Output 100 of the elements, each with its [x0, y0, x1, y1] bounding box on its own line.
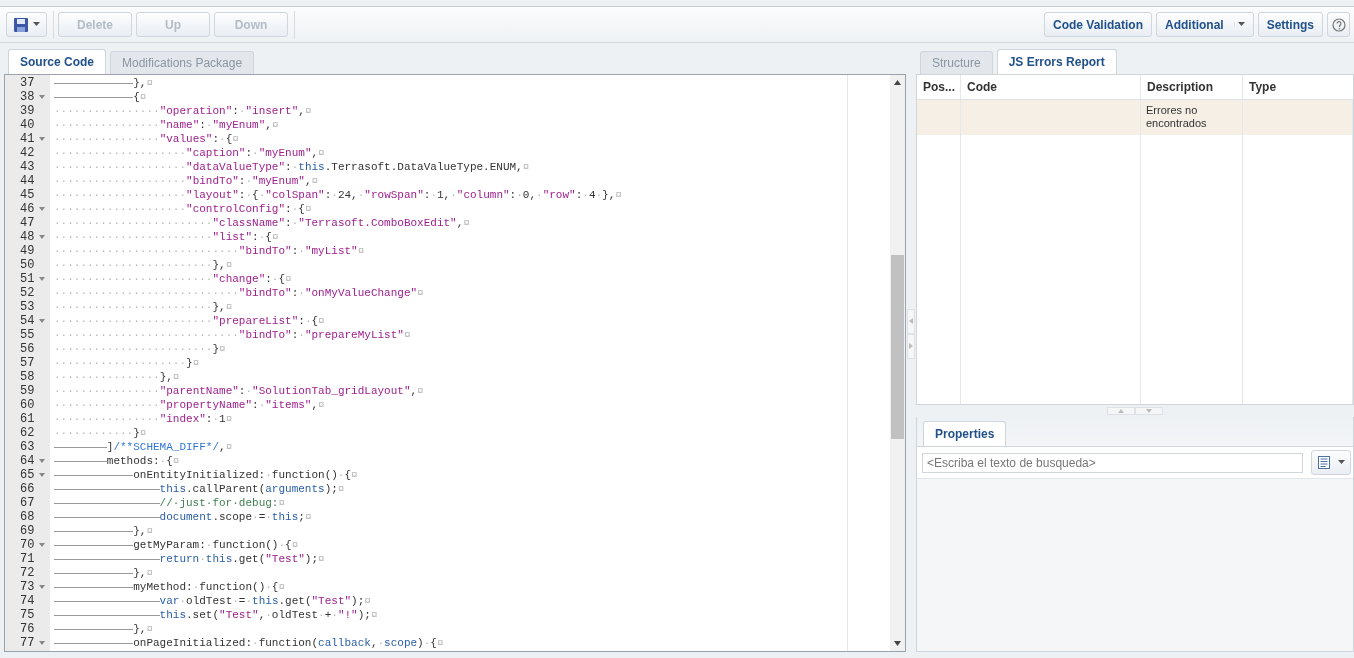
code-line: },¤: [133, 524, 153, 538]
line-number: 40: [19, 118, 35, 132]
collapse-handle[interactable]: [907, 308, 915, 334]
code-line: //·just·for·debug:¤: [159, 496, 286, 510]
code-line: ················"operation":·"insert",¤: [54, 104, 312, 118]
toolbar-button[interactable]: Code Validation: [1043, 12, 1152, 37]
scroll-up-icon[interactable]: [894, 80, 901, 85]
line-number: 61: [19, 412, 35, 426]
code-line: ················"parentName":·"SolutionTab_gridLayout",¤: [54, 384, 424, 398]
code-line: ····················"caption":·"myEnum",¤: [54, 146, 325, 160]
table-cell: Errores no encontrados: [1146, 104, 1207, 129]
code-line: ················"index":·1¤: [54, 412, 233, 426]
code-line: ····················"layout":·{·"colSpan":·24,·"rowSpan":·1,·"column":·0,·"row":·4·},¤: [54, 188, 622, 202]
fold-arrow-icon[interactable]: [39, 207, 46, 211]
help-icon: [1331, 17, 1346, 32]
save-button[interactable]: [6, 12, 47, 37]
code-line: },¤: [133, 566, 153, 580]
tab[interactable]: Source Code: [8, 49, 106, 74]
help-button[interactable]: [1327, 12, 1350, 37]
scrollbar[interactable]: [890, 75, 905, 651]
line-number: 64: [19, 454, 35, 468]
table-row[interactable]: Errores no encontrados: [917, 100, 1353, 135]
line-number: 60: [19, 398, 35, 412]
column-header[interactable]: Code: [961, 75, 1141, 99]
line-number: 53: [19, 300, 35, 314]
collapse-up-handle[interactable]: [1107, 407, 1135, 415]
fold-arrow-icon[interactable]: [39, 641, 46, 645]
line-number: 65: [19, 468, 35, 482]
line-number: 37: [19, 76, 35, 90]
code-line: ························},¤: [54, 300, 233, 314]
code-line: methods:·{¤: [106, 454, 180, 468]
column-header[interactable]: Pos...: [917, 75, 961, 99]
code-line: ················"propertyName":·"items",¤: [54, 398, 325, 412]
line-number: 63: [19, 440, 35, 454]
line-number: 46: [19, 202, 35, 216]
line-number: 45: [19, 188, 35, 202]
line-number: 39: [19, 104, 35, 118]
fold-arrow-icon[interactable]: [39, 319, 46, 323]
line-number: 44: [19, 174, 35, 188]
line-number: 74: [19, 594, 35, 608]
line-number: 57: [19, 356, 35, 370]
line-number: 69: [19, 524, 35, 538]
code-line: ]/**SCHEMA_DIFF*/,¤: [106, 440, 233, 454]
caret-icon: [1337, 460, 1345, 465]
fold-arrow-icon[interactable]: [39, 585, 46, 589]
line-number: 73: [19, 580, 35, 594]
line-number: 52: [19, 286, 35, 300]
code-line: ························}¤: [54, 342, 226, 356]
fold-arrow-icon[interactable]: [39, 459, 46, 463]
code-line: getMyParam:·function()·{¤: [133, 538, 299, 552]
dropdown-button[interactable]: Additional: [1156, 12, 1254, 37]
code-line: var·oldTest·=·this.get("Test");¤: [159, 594, 371, 608]
code-line: ························"change":·{¤: [54, 272, 292, 286]
code-line: ····························"bindTo":·"onMyValueChange"¤: [54, 286, 424, 300]
line-number: 48: [19, 230, 35, 244]
fold-arrow-icon[interactable]: [39, 543, 46, 547]
fold-arrow-icon[interactable]: [39, 277, 46, 281]
code-line: onPageInitialized:·function(callback,·scope)·{¤: [133, 636, 444, 650]
fold-arrow-icon[interactable]: [39, 95, 46, 99]
search-field[interactable]: <Escriba el texto de busqueda>: [922, 452, 1303, 473]
line-number: 54: [19, 314, 35, 328]
line-number: 42: [19, 146, 35, 160]
line-number: 76: [19, 622, 35, 636]
code-line: myMethod:·function()·{¤: [133, 580, 286, 594]
line-number: 75: [19, 608, 35, 622]
view-menu-button[interactable]: [1311, 450, 1351, 475]
collapse-down-handle[interactable]: [1135, 407, 1163, 415]
line-number: 71: [19, 552, 35, 566]
fold-arrow-icon[interactable]: [39, 137, 46, 141]
tab[interactable]: JS Errors Report: [996, 49, 1117, 74]
code-line: return·this.get("Test");¤: [159, 552, 325, 566]
toolbar-button[interactable]: Settings: [1257, 12, 1323, 37]
line-number: 49: [19, 244, 35, 258]
column-header[interactable]: Type: [1243, 75, 1353, 99]
code-line: },¤: [133, 76, 153, 90]
line-number: 66: [19, 482, 35, 496]
line-number: 38: [19, 90, 35, 104]
code-line: this.set("Test",·oldTest·+·"!");¤: [159, 608, 378, 622]
code-line: {¤: [133, 90, 147, 104]
line-number: 59: [19, 384, 35, 398]
code-line: },¤: [133, 622, 153, 636]
line-number: 47: [19, 216, 35, 230]
caret-icon: [33, 22, 40, 27]
code-line: document.scope·=·this;¤: [159, 510, 312, 524]
code-line: ····················}¤: [54, 356, 200, 370]
scrollbar-thumb[interactable]: [891, 255, 904, 439]
fold-arrow-icon[interactable]: [39, 473, 46, 477]
code-line: ················"values":·{¤: [54, 132, 239, 146]
line-number: 70: [19, 538, 35, 552]
line-number: 43: [19, 160, 35, 174]
line-number: 67: [19, 496, 35, 510]
code-line: ························"className":·"Terrasoft.ComboBoxEdit",¤: [54, 216, 470, 230]
tab[interactable]: Properties: [923, 421, 1007, 446]
column-header[interactable]: Description: [1141, 75, 1243, 99]
scroll-down-icon[interactable]: [894, 641, 901, 646]
code-line: ················"name":·"myEnum",¤: [54, 118, 279, 132]
code-line: ················},¤: [54, 370, 180, 384]
expand-handle[interactable]: [907, 333, 915, 359]
line-number: 55: [19, 328, 35, 342]
fold-arrow-icon[interactable]: [39, 235, 46, 239]
